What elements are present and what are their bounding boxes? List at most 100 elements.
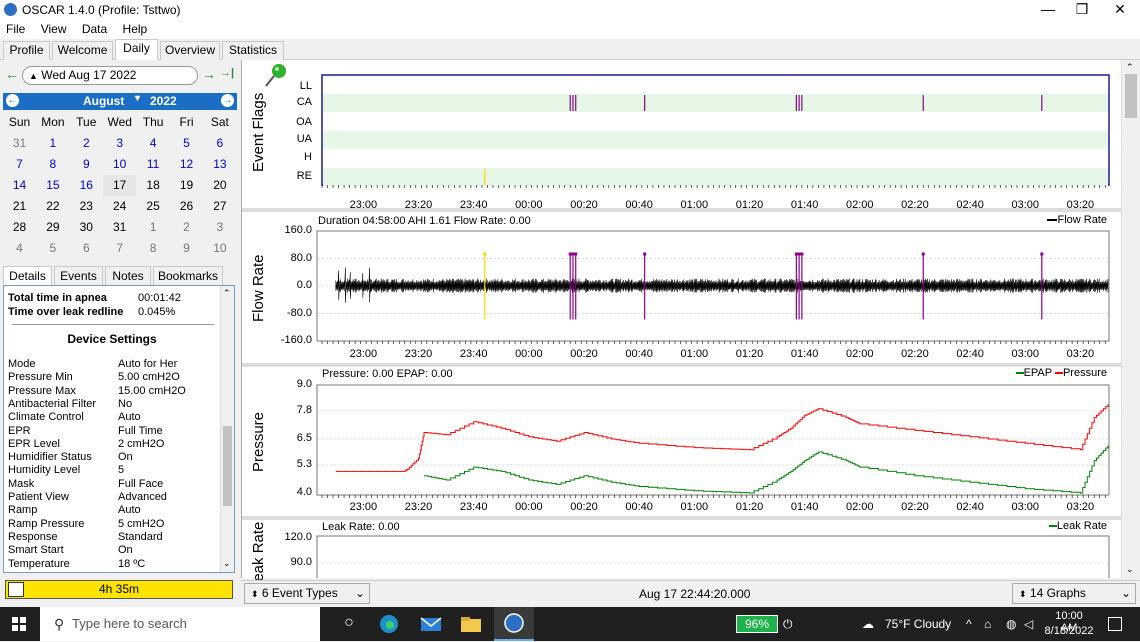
mail-icon[interactable] [420,614,442,634]
calendar-day[interactable]: 30 [70,217,103,238]
year-value[interactable]: 2022 [150,94,177,108]
calendar-day[interactable]: 2 [70,133,103,154]
calendar-day[interactable]: 6 [70,238,103,259]
close-button[interactable]: ✕ [1100,0,1140,20]
calendar-day[interactable]: 29 [36,217,69,238]
calendar-day[interactable]: 16 [70,175,103,196]
setting-label: EPR [8,424,31,437]
battery-indicator[interactable]: 96% [736,615,778,633]
calendar-day[interactable]: 10 [203,238,236,259]
scroll-up-icon[interactable]: ⌃ [223,288,231,299]
calendar-day[interactable]: 8 [36,154,69,175]
chevron-down-icon[interactable]: ▾ [135,93,140,104]
calendar-day[interactable]: 8 [137,238,170,259]
calendar-day[interactable]: 31 [103,217,136,238]
calendar-day[interactable]: 9 [170,238,203,259]
calendar-day[interactable]: 14 [3,175,36,196]
calendar-day[interactable]: 23 [70,196,103,217]
scroll-up-icon[interactable]: ⌃ [1126,62,1134,73]
calendar-day[interactable]: 7 [3,154,36,175]
task-view-icon[interactable]: ○ [338,614,360,634]
date-picker[interactable]: ▲ Wed Aug 17 2022 [22,66,198,85]
maximize-button[interactable]: ❐ [1062,0,1102,20]
calendar-day[interactable]: 3 [103,133,136,154]
scroll-thumb[interactable] [223,426,232,506]
window-title: OSCAR 1.4.0 (Profile: Tsttwo) [22,3,181,17]
show-hidden-icons[interactable]: ^ [966,617,972,631]
calendar-day[interactable]: 15 [36,175,69,196]
calendar-day[interactable]: 1 [137,217,170,238]
scroll-thumb[interactable] [1125,74,1137,118]
tab-overview[interactable]: Overview [160,41,220,60]
calendar-day[interactable]: 1 [36,133,69,154]
menu-view[interactable]: View [35,20,73,38]
calendar-day[interactable]: 5 [170,133,203,154]
volume-icon[interactable]: ◁ [1024,617,1033,631]
tab-profile[interactable]: Profile [3,41,50,60]
flow-event-dot [568,252,572,256]
calendar-day[interactable]: 17 [103,175,137,196]
next-month-button[interactable]: → [221,94,234,107]
pin-icon[interactable] [262,62,290,90]
previous-day-button[interactable]: ← [5,66,19,82]
weather-text[interactable]: 75°F Cloudy [885,617,951,631]
tab-statistics[interactable]: Statistics [222,41,284,60]
calendar-day[interactable]: 27 [203,196,236,217]
file-explorer-icon[interactable] [460,614,482,634]
tab-bookmarks[interactable]: Bookmarks [153,266,223,286]
calendar-day[interactable]: 24 [103,196,136,217]
session-duration-bar[interactable]: 4h 35m [5,580,233,599]
windows-start-icon[interactable] [12,617,26,631]
scroll-down-icon[interactable]: ⌄ [1126,564,1134,575]
graph-scrollbar[interactable]: ⌃ ⌄ [1121,60,1140,578]
tab-welcome[interactable]: Welcome [52,41,113,60]
menu-help[interactable]: Help [117,20,154,38]
clock-date[interactable]: 8/18/2022 [1044,625,1094,637]
graphs-dropdown[interactable]: ⬍ 14 Graphs ⌄ [1012,583,1136,604]
globe-icon[interactable]: ◍ [1006,617,1016,631]
calendar-day[interactable]: 4 [137,133,170,154]
menu-data[interactable]: Data [76,20,113,38]
calendar-day[interactable]: 31 [3,133,36,154]
calendar-day[interactable]: 2 [170,217,203,238]
oscar-taskbar-button[interactable] [494,607,534,641]
calendar-day[interactable]: 3 [203,217,236,238]
previous-month-button[interactable]: ← [6,94,19,107]
calendar-day[interactable]: 9 [70,154,103,175]
calendar-day[interactable]: 4 [3,238,36,259]
taskbar-search[interactable]: Type here to search [40,607,320,641]
tab-notes[interactable]: Notes [105,266,151,286]
pressure-ylabel: Pressure [250,411,267,472]
calendar-day[interactable]: 26 [170,196,203,217]
month-select[interactable]: August [83,94,124,108]
calendar-day[interactable]: 12 [170,154,203,175]
calendar-day[interactable]: 19 [170,175,203,196]
setting-value: 15.00 cmH2O [118,384,186,397]
next-day-button[interactable]: → [202,66,216,82]
event-types-dropdown[interactable]: ⬍ 6 Event Types ⌄ [244,583,370,604]
tab-details[interactable]: Details [3,266,52,286]
edge-icon[interactable] [378,614,400,634]
graph-area[interactable]: Event Flags Flow Rate Pressure Leak Rate… [241,60,1122,597]
calendar-day[interactable]: 10 [103,154,136,175]
calendar-day[interactable]: 18 [137,175,170,196]
tab-events[interactable]: Events [54,266,103,286]
notifications-icon[interactable] [1108,617,1122,631]
calendar-day[interactable]: 13 [203,154,236,175]
tab-daily[interactable]: Daily [115,39,158,60]
calendar-day[interactable]: 5 [36,238,69,259]
scroll-down-icon[interactable]: ⌄ [223,558,231,569]
y-tick-label: 9.0 [296,378,312,390]
calendar-day[interactable]: 6 [203,133,236,154]
calendar-day[interactable]: 11 [137,154,170,175]
menu-file[interactable]: File [0,20,31,38]
details-scrollbar[interactable]: ⌃ ⌄ [220,286,234,572]
calendar-day[interactable]: 28 [3,217,36,238]
calendar-day[interactable]: 7 [103,238,136,259]
calendar-day[interactable]: 22 [36,196,69,217]
calendar-day[interactable]: 20 [203,175,236,196]
last-day-button[interactable]: →| [220,67,234,79]
calendar-day[interactable]: 25 [137,196,170,217]
calendar-day[interactable]: 21 [3,196,36,217]
network-icon[interactable]: ⌂ [984,617,991,631]
